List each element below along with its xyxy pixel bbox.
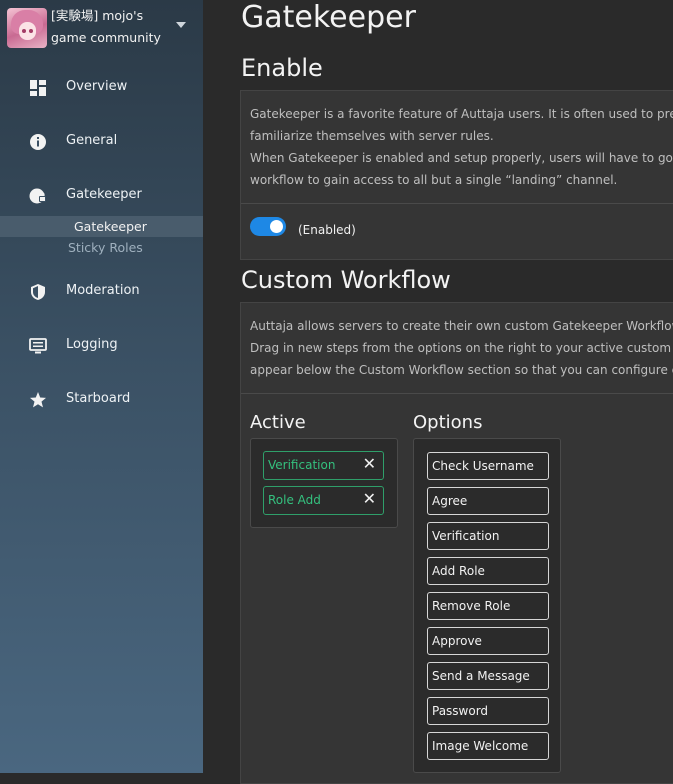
workflow-description-line: appear below the Custom Workflow section…	[250, 363, 673, 377]
info-icon	[29, 133, 47, 151]
option-step-label: Approve	[432, 634, 482, 648]
option-step-label: Add Role	[432, 564, 485, 578]
close-icon[interactable]: ✕	[363, 491, 376, 507]
option-step[interactable]: Verification	[427, 522, 549, 550]
active-column-title: Active	[250, 412, 306, 433]
sidebar-subitem-label: Sticky Roles	[68, 240, 143, 255]
enable-toggle[interactable]	[250, 217, 286, 236]
enable-heading: Enable	[241, 54, 323, 82]
option-step[interactable]: Agree	[427, 487, 549, 515]
chevron-down-icon[interactable]	[176, 22, 186, 28]
sidebar-item-starboard[interactable]: Starboard	[0, 383, 203, 417]
option-step[interactable]: Image Welcome	[427, 732, 549, 760]
sidebar-item-label: Logging	[66, 337, 118, 352]
sidebar: [実験場] mojo's game community Overview Gen…	[0, 0, 203, 773]
sidebar-item-label: Starboard	[66, 391, 131, 406]
options-list: Check Username Agree Verification Add Ro…	[413, 438, 561, 773]
server-avatar	[7, 8, 47, 48]
active-step-label: Role Add	[268, 493, 321, 507]
enable-description-line: Gatekeeper is a favorite feature of Autt…	[250, 107, 673, 121]
sidebar-item-label: Gatekeeper	[66, 187, 142, 202]
divider	[241, 203, 673, 204]
monitor-icon	[29, 337, 47, 355]
sidebar-item-gatekeeper[interactable]: Gatekeeper	[0, 179, 203, 213]
star-icon	[29, 391, 47, 409]
main-content: Gatekeeper Enable Gatekeeper is a favori…	[203, 0, 673, 784]
divider	[241, 393, 673, 394]
option-step-label: Password	[432, 704, 489, 718]
shield-icon	[29, 283, 47, 301]
custom-workflow-heading: Custom Workflow	[241, 266, 451, 294]
shield-lock-icon	[29, 187, 47, 205]
sidebar-item-moderation[interactable]: Moderation	[0, 275, 203, 309]
option-step-label: Send a Message	[432, 669, 530, 683]
workflow-description-line: Drag in new steps from the options on th…	[250, 341, 673, 355]
server-selector[interactable]: [実験場] mojo's game community	[0, 0, 203, 56]
page-title: Gatekeeper	[241, 0, 416, 35]
custom-workflow-card: Auttaja allows servers to create their o…	[240, 302, 673, 784]
active-step[interactable]: Verification ✕	[263, 451, 384, 480]
workflow-description-line: Auttaja allows servers to create their o…	[250, 319, 673, 333]
close-icon[interactable]: ✕	[363, 456, 376, 472]
options-column-title: Options	[413, 412, 483, 433]
option-step[interactable]: Password	[427, 697, 549, 725]
sidebar-subitem-sticky-roles[interactable]: Sticky Roles	[0, 237, 203, 258]
option-step-label: Check Username	[432, 459, 534, 473]
sidebar-subitem-gatekeeper[interactable]: Gatekeeper	[0, 216, 203, 237]
option-step-label: Image Welcome	[432, 739, 529, 753]
sidebar-item-overview[interactable]: Overview	[0, 71, 203, 105]
option-step-label: Agree	[432, 494, 468, 508]
sidebar-item-logging[interactable]: Logging	[0, 329, 203, 363]
server-name: [実験場] mojo's game community	[51, 8, 161, 45]
sidebar-item-label: Overview	[66, 79, 128, 94]
active-steps-list: Verification ✕ Role Add ✕	[250, 438, 398, 528]
enable-description-line: When Gatekeeper is enabled and setup pro…	[250, 151, 673, 165]
enable-description-line: familiarize themselves with server rules…	[250, 129, 494, 143]
option-step-label: Remove Role	[432, 599, 511, 613]
enable-card: Gatekeeper is a favorite feature of Autt…	[240, 90, 673, 260]
option-step-label: Verification	[432, 529, 500, 543]
active-step-label: Verification	[268, 458, 336, 472]
enable-description-line: workflow to gain access to all but a sin…	[250, 173, 618, 187]
option-step[interactable]: Check Username	[427, 452, 549, 480]
option-step[interactable]: Remove Role	[427, 592, 549, 620]
sidebar-item-general[interactable]: General	[0, 125, 203, 159]
option-step[interactable]: Send a Message	[427, 662, 549, 690]
sidebar-item-label: General	[66, 133, 118, 148]
option-step[interactable]: Add Role	[427, 557, 549, 585]
option-step[interactable]: Approve	[427, 627, 549, 655]
active-step[interactable]: Role Add ✕	[263, 486, 384, 515]
enable-toggle-label: (Enabled)	[298, 223, 356, 237]
sidebar-item-label: Moderation	[66, 283, 140, 298]
sidebar-subitem-label: Gatekeeper	[74, 219, 147, 234]
dashboard-icon	[29, 79, 47, 97]
